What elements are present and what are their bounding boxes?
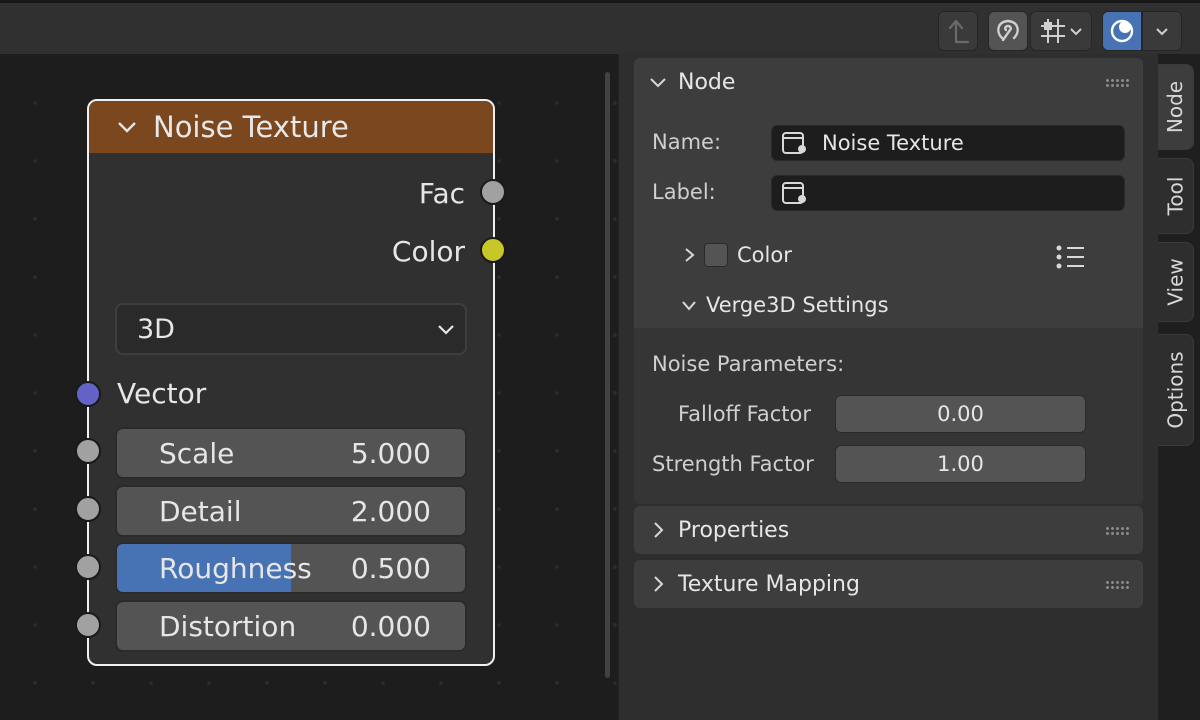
- field-label: Scale: [159, 436, 235, 470]
- noise-parameters-label: Noise Parameters:: [652, 352, 845, 376]
- verge3d-settings-header[interactable]: Verge3D Settings: [680, 290, 889, 320]
- snap-toggle-button[interactable]: [988, 11, 1028, 51]
- strength-factor-field[interactable]: 1.00: [835, 445, 1086, 483]
- node-icon: [782, 132, 806, 154]
- chevron-down-icon: [650, 78, 666, 88]
- canvas-scrollbar[interactable]: [605, 72, 610, 678]
- name-label: Name:: [652, 130, 722, 154]
- label-field[interactable]: [771, 175, 1125, 211]
- texture-mapping-panel[interactable]: Texture Mapping: [634, 560, 1143, 608]
- chevron-down-icon: [682, 301, 696, 311]
- node-header[interactable]: Noise Texture: [89, 101, 493, 153]
- tab-tool[interactable]: Tool: [1158, 158, 1194, 234]
- input-socket-scale[interactable]: [75, 438, 101, 464]
- field-label: Detail: [159, 494, 242, 528]
- snap-mode-dropdown[interactable]: [1030, 11, 1092, 51]
- chevron-down-icon: [1156, 28, 1168, 36]
- detail-field[interactable]: Detail 2.000: [115, 485, 467, 537]
- chevron-down-icon: [1070, 28, 1082, 36]
- falloff-factor-label: Falloff Factor: [678, 402, 811, 426]
- presets-list-icon[interactable]: [1054, 242, 1086, 272]
- field-label: Roughness: [159, 551, 312, 585]
- name-field[interactable]: Noise Texture: [771, 125, 1125, 161]
- drag-grip-icon[interactable]: [1105, 526, 1131, 536]
- properties-panel-header[interactable]: Properties: [634, 506, 1143, 554]
- verge3d-settings-title: Verge3D Settings: [706, 293, 889, 317]
- collapse-node-icon[interactable]: [115, 115, 139, 139]
- tab-label: Tool: [1163, 176, 1188, 216]
- tab-node[interactable]: Node: [1158, 64, 1194, 150]
- field-label: Distortion: [159, 609, 297, 643]
- tab-options[interactable]: Options: [1158, 334, 1194, 446]
- use-color-checkbox[interactable]: [704, 243, 728, 267]
- noise-texture-node[interactable]: Noise Texture Fac Color 3D Vector Scale …: [87, 99, 495, 666]
- color-label: Color: [737, 243, 792, 267]
- sidebar: Node Name: Noise Texture Label: Color Ve…: [618, 54, 1158, 720]
- chevron-right-icon: [654, 522, 664, 538]
- tab-label: View: [1163, 258, 1188, 306]
- label-label: Label:: [652, 180, 716, 204]
- chevron-right-icon: [654, 576, 664, 592]
- magnet-icon: [997, 19, 1019, 42]
- overlay-icon: [1110, 19, 1134, 43]
- output-label-fac: Fac: [418, 177, 465, 210]
- tab-view[interactable]: View: [1158, 242, 1194, 322]
- strength-factor-label: Strength Factor: [652, 452, 814, 476]
- node-panel: Node Name: Noise Texture Label: Color Ve…: [634, 58, 1143, 504]
- distortion-field[interactable]: Distortion 0.000: [115, 600, 467, 652]
- overlay-options-dropdown[interactable]: [1142, 11, 1182, 51]
- overlay-toggle-button[interactable]: [1102, 11, 1142, 51]
- editor-header: [0, 0, 1200, 54]
- node-title: Noise Texture: [153, 110, 349, 144]
- grid-snap-icon: [1041, 19, 1065, 43]
- input-socket-vector[interactable]: [75, 381, 101, 407]
- falloff-factor-field[interactable]: 0.00: [835, 395, 1086, 433]
- input-socket-detail[interactable]: [75, 496, 101, 522]
- input-socket-distortion[interactable]: [75, 612, 101, 638]
- field-value: 0.000: [350, 609, 431, 643]
- output-socket-fac[interactable]: [480, 179, 506, 205]
- output-label-color: Color: [391, 235, 465, 268]
- name-value: Noise Texture: [822, 131, 964, 155]
- panel-title: Texture Mapping: [678, 571, 860, 597]
- chevron-right-icon: [685, 248, 695, 262]
- output-socket-color[interactable]: [480, 237, 506, 263]
- input-label-vector: Vector: [117, 377, 207, 410]
- arrow-up-icon: [948, 19, 970, 44]
- field-value: 2.000: [350, 494, 431, 528]
- scale-field[interactable]: Scale 5.000: [115, 427, 467, 479]
- node-icon: [782, 182, 806, 204]
- parent-node-tree-button[interactable]: [938, 11, 978, 51]
- node-panel-header[interactable]: Node: [634, 58, 1143, 106]
- properties-panel[interactable]: Properties: [634, 506, 1143, 554]
- field-value: 0.500: [350, 551, 431, 585]
- input-socket-roughness[interactable]: [75, 554, 101, 580]
- drag-grip-icon[interactable]: [1105, 78, 1131, 88]
- dimensions-dropdown[interactable]: 3D: [115, 303, 467, 355]
- panel-title: Node: [678, 69, 736, 95]
- dimensions-value: 3D: [137, 313, 175, 345]
- color-subpanel-header[interactable]: Color: [680, 240, 792, 270]
- field-value: 5.000: [350, 436, 431, 470]
- sidebar-tabs: Node Tool View Options: [1158, 54, 1200, 720]
- tab-label: Options: [1163, 351, 1188, 429]
- verge3d-settings-panel: Noise Parameters: Falloff Factor 0.00 St…: [634, 328, 1143, 504]
- drag-grip-icon[interactable]: [1105, 580, 1131, 590]
- texture-mapping-panel-header[interactable]: Texture Mapping: [634, 560, 1143, 608]
- roughness-slider[interactable]: Roughness 0.500: [115, 542, 467, 594]
- chevron-down-icon: [438, 325, 454, 335]
- panel-title: Properties: [678, 517, 790, 543]
- tab-label: Node: [1163, 80, 1188, 134]
